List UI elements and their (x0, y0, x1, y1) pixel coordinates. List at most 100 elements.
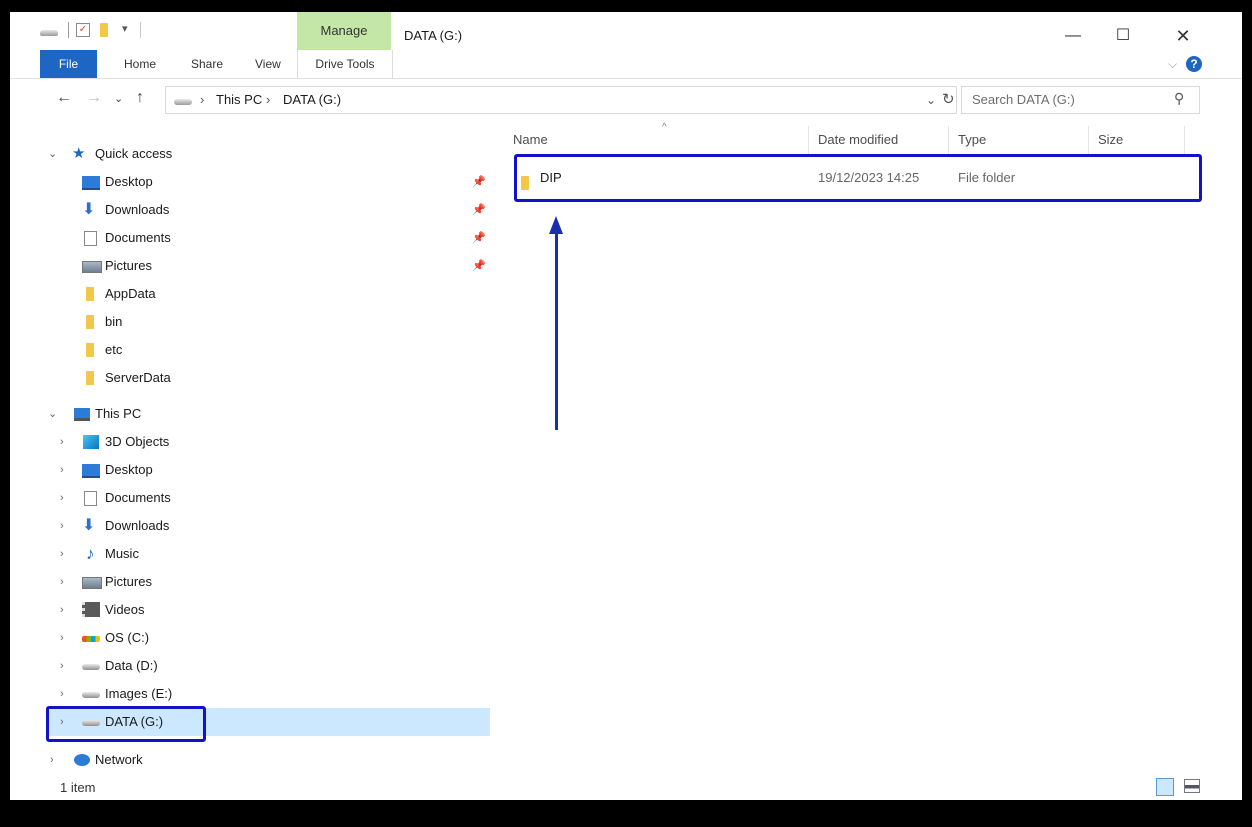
tab-drive-tools[interactable]: Drive Tools (297, 50, 393, 78)
chevron-right-icon[interactable]: › (60, 624, 72, 652)
nav-quick-access[interactable]: ⌄ ★ Quick access (10, 140, 490, 168)
nav-item-music[interactable]: › ♪ Music (10, 540, 490, 568)
search-icon[interactable]: ⚲ (1174, 90, 1184, 107)
breadcrumb-separator-icon[interactable]: › (200, 92, 204, 107)
chevron-down-icon[interactable]: ⌄ (48, 140, 60, 168)
nav-label: This PC (95, 406, 142, 421)
nav-this-pc[interactable]: ⌄ This PC (10, 400, 490, 428)
chevron-right-icon[interactable]: › (60, 484, 72, 512)
pictures-icon (82, 577, 102, 589)
chevron-right-icon[interactable]: › (60, 568, 72, 596)
nav-label: Images (E:) (105, 686, 173, 701)
column-divider[interactable] (948, 126, 949, 154)
address-bar[interactable]: › This PC › DATA (G:) ⌄ ↻ (165, 86, 957, 114)
large-icons-view-icon[interactable] (1184, 779, 1200, 793)
nav-item-downloads-pc[interactable]: › ⬇ Downloads (10, 512, 490, 540)
column-divider[interactable] (1088, 126, 1089, 154)
nav-label: Data (D:) (105, 658, 158, 673)
breadcrumb-data-g[interactable]: DATA (G:) (283, 92, 341, 107)
desktop-icon (82, 464, 100, 478)
column-divider[interactable] (808, 126, 809, 154)
folder-icon (86, 315, 94, 329)
maximize-button[interactable]: ☐ (1100, 24, 1146, 48)
nav-item-serverdata[interactable]: ServerData (10, 364, 490, 392)
refresh-icon[interactable]: ↻ (942, 90, 955, 108)
nav-label: Quick access (95, 146, 173, 161)
nav-item-desktop[interactable]: Desktop 📌 (10, 168, 490, 196)
nav-item-data-d[interactable]: › Data (D:) (10, 652, 490, 680)
nav-item-etc[interactable]: etc (10, 336, 490, 364)
back-arrow-icon[interactable]: ← (56, 89, 72, 107)
forward-arrow-icon[interactable]: → (86, 89, 102, 107)
nav-item-os-c[interactable]: › OS (C:) (10, 624, 490, 652)
chevron-right-icon[interactable]: › (60, 596, 72, 624)
close-button[interactable]: ✕ (1160, 24, 1206, 48)
annotation-arrow-line (555, 230, 558, 430)
search-box[interactable]: ⚲ (961, 86, 1200, 114)
breadcrumb-this-pc[interactable]: This PC (216, 92, 262, 107)
nav-item-appdata[interactable]: AppData (10, 280, 490, 308)
music-note-icon: ♪ (86, 544, 95, 563)
column-header-name[interactable]: Name (513, 128, 548, 152)
nav-network[interactable]: › Network (10, 746, 490, 774)
pin-icon[interactable]: 📌 (472, 252, 486, 280)
divider (140, 22, 141, 38)
tab-share[interactable]: Share (191, 50, 223, 78)
breadcrumb-separator-icon[interactable]: › (266, 92, 270, 107)
nav-label: Music (105, 546, 139, 561)
nav-item-pictures[interactable]: Pictures 📌 (10, 252, 490, 280)
nav-item-documents[interactable]: Documents 📌 (10, 224, 490, 252)
recent-locations-chevron-icon[interactable]: ⌄ (114, 92, 123, 105)
properties-icon[interactable]: ✓ (76, 23, 90, 37)
computer-icon (74, 408, 90, 421)
nav-label: Documents (105, 490, 171, 505)
nav-item-desktop-pc[interactable]: › Desktop (10, 456, 490, 484)
chevron-right-icon[interactable]: › (50, 746, 62, 774)
nav-item-downloads[interactable]: ⬇ Downloads 📌 (10, 196, 490, 224)
nav-item-pictures-pc[interactable]: › Pictures (10, 568, 490, 596)
nav-item-bin[interactable]: bin (10, 308, 490, 336)
window-title: DATA (G:) (404, 28, 463, 43)
nav-item-images-e[interactable]: › Images (E:) (10, 680, 490, 708)
tab-home[interactable]: Home (124, 50, 156, 78)
minimize-button[interactable]: — (1050, 24, 1096, 48)
up-arrow-icon[interactable]: ↑ (136, 89, 144, 107)
drive-icon (40, 30, 58, 36)
chevron-right-icon[interactable]: › (60, 456, 72, 484)
column-divider[interactable] (1184, 126, 1185, 154)
help-icon[interactable]: ? (1186, 56, 1202, 72)
column-header-type[interactable]: Type (958, 128, 986, 152)
address-dropdown-icon[interactable]: ⌄ (926, 93, 936, 107)
expand-ribbon-icon[interactable]: ⌵ (1168, 57, 1177, 72)
chevron-down-icon[interactable]: ⌄ (48, 400, 60, 428)
nav-label: Desktop (105, 174, 153, 189)
nav-item-3d-objects[interactable]: › 3D Objects (10, 428, 490, 456)
drive-icon (82, 664, 100, 670)
new-folder-icon[interactable] (100, 23, 108, 37)
title-bar: ✓ ▾ Manage DATA (G:) — ☐ ✕ (10, 12, 1242, 50)
pin-icon[interactable]: 📌 (472, 168, 486, 196)
search-input[interactable] (972, 92, 1162, 107)
customize-quick-access-icon[interactable]: ▾ (122, 22, 128, 35)
tab-file[interactable]: File (40, 50, 97, 78)
document-icon (84, 491, 97, 506)
column-header-size[interactable]: Size (1098, 128, 1123, 152)
chevron-right-icon[interactable]: › (60, 540, 72, 568)
chevron-right-icon[interactable]: › (60, 512, 72, 540)
column-header-date-modified[interactable]: Date modified (818, 128, 898, 152)
pin-icon[interactable]: 📌 (472, 224, 486, 252)
nav-item-documents-pc[interactable]: › Documents (10, 484, 490, 512)
details-view-icon[interactable] (1156, 778, 1174, 796)
annotation-highlight-box (46, 706, 206, 742)
nav-item-videos[interactable]: › Videos (10, 596, 490, 624)
manage-contextual-tab[interactable]: Manage (297, 12, 391, 50)
chevron-right-icon[interactable]: › (60, 428, 72, 456)
nav-label: bin (105, 314, 123, 329)
tab-view[interactable]: View (255, 50, 281, 78)
download-arrow-icon: ⬇ (82, 201, 96, 218)
nav-label: OS (C:) (105, 630, 150, 645)
chevron-right-icon[interactable]: › (60, 652, 72, 680)
chevron-right-icon[interactable]: › (60, 680, 72, 708)
pin-icon[interactable]: 📌 (472, 196, 486, 224)
download-arrow-icon: ⬇ (82, 517, 96, 534)
